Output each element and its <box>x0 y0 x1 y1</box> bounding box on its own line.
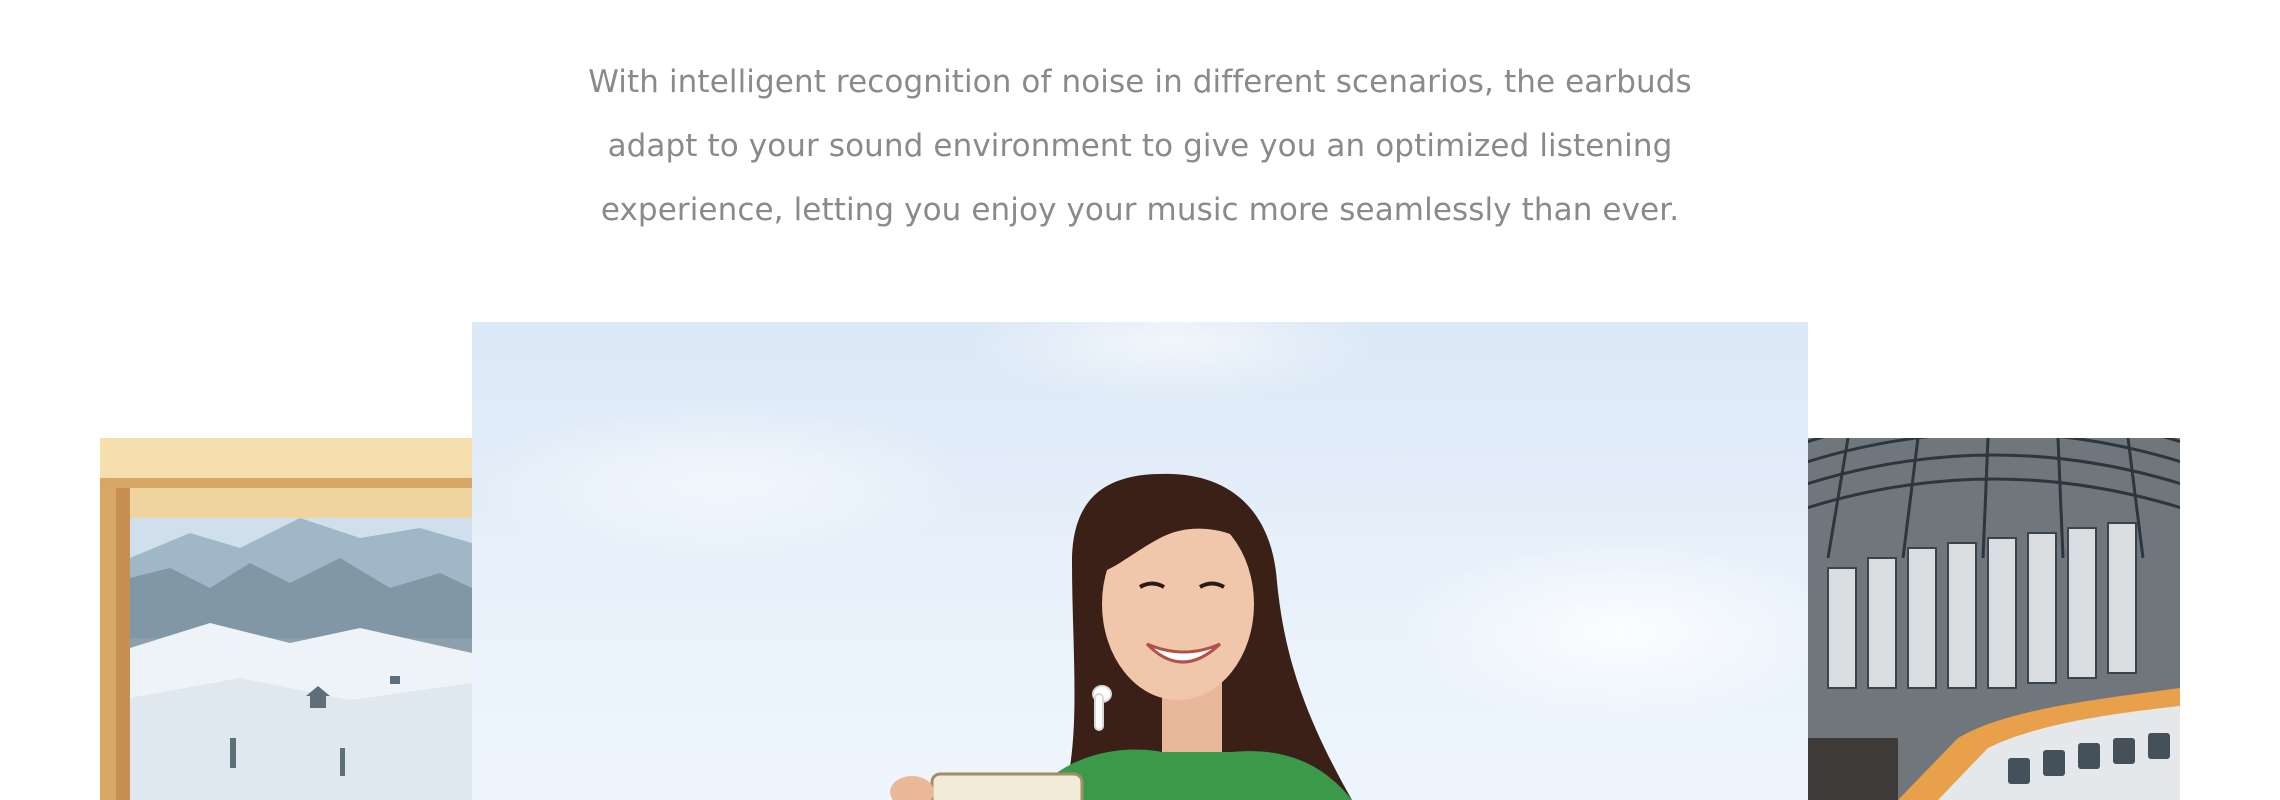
woman-earbuds-illustration <box>890 473 1352 800</box>
scene-image-woman-earbuds <box>472 322 1808 800</box>
description-line-3: experience, letting you enjoy your music… <box>600 192 1680 228</box>
train-station-illustration <box>1808 438 2180 800</box>
product-feature-section: With intelligent recognition of noise in… <box>0 0 2280 800</box>
description-line-2: adapt to your sound environment to give … <box>607 128 1673 164</box>
scene-image-train-station <box>1808 438 2180 800</box>
window-mountains-illustration <box>100 438 472 800</box>
description-line-1: With intelligent recognition of noise in… <box>588 64 1692 100</box>
feature-description: With intelligent recognition of noise in… <box>560 50 1720 242</box>
scene-image-window-mountains <box>100 438 472 800</box>
